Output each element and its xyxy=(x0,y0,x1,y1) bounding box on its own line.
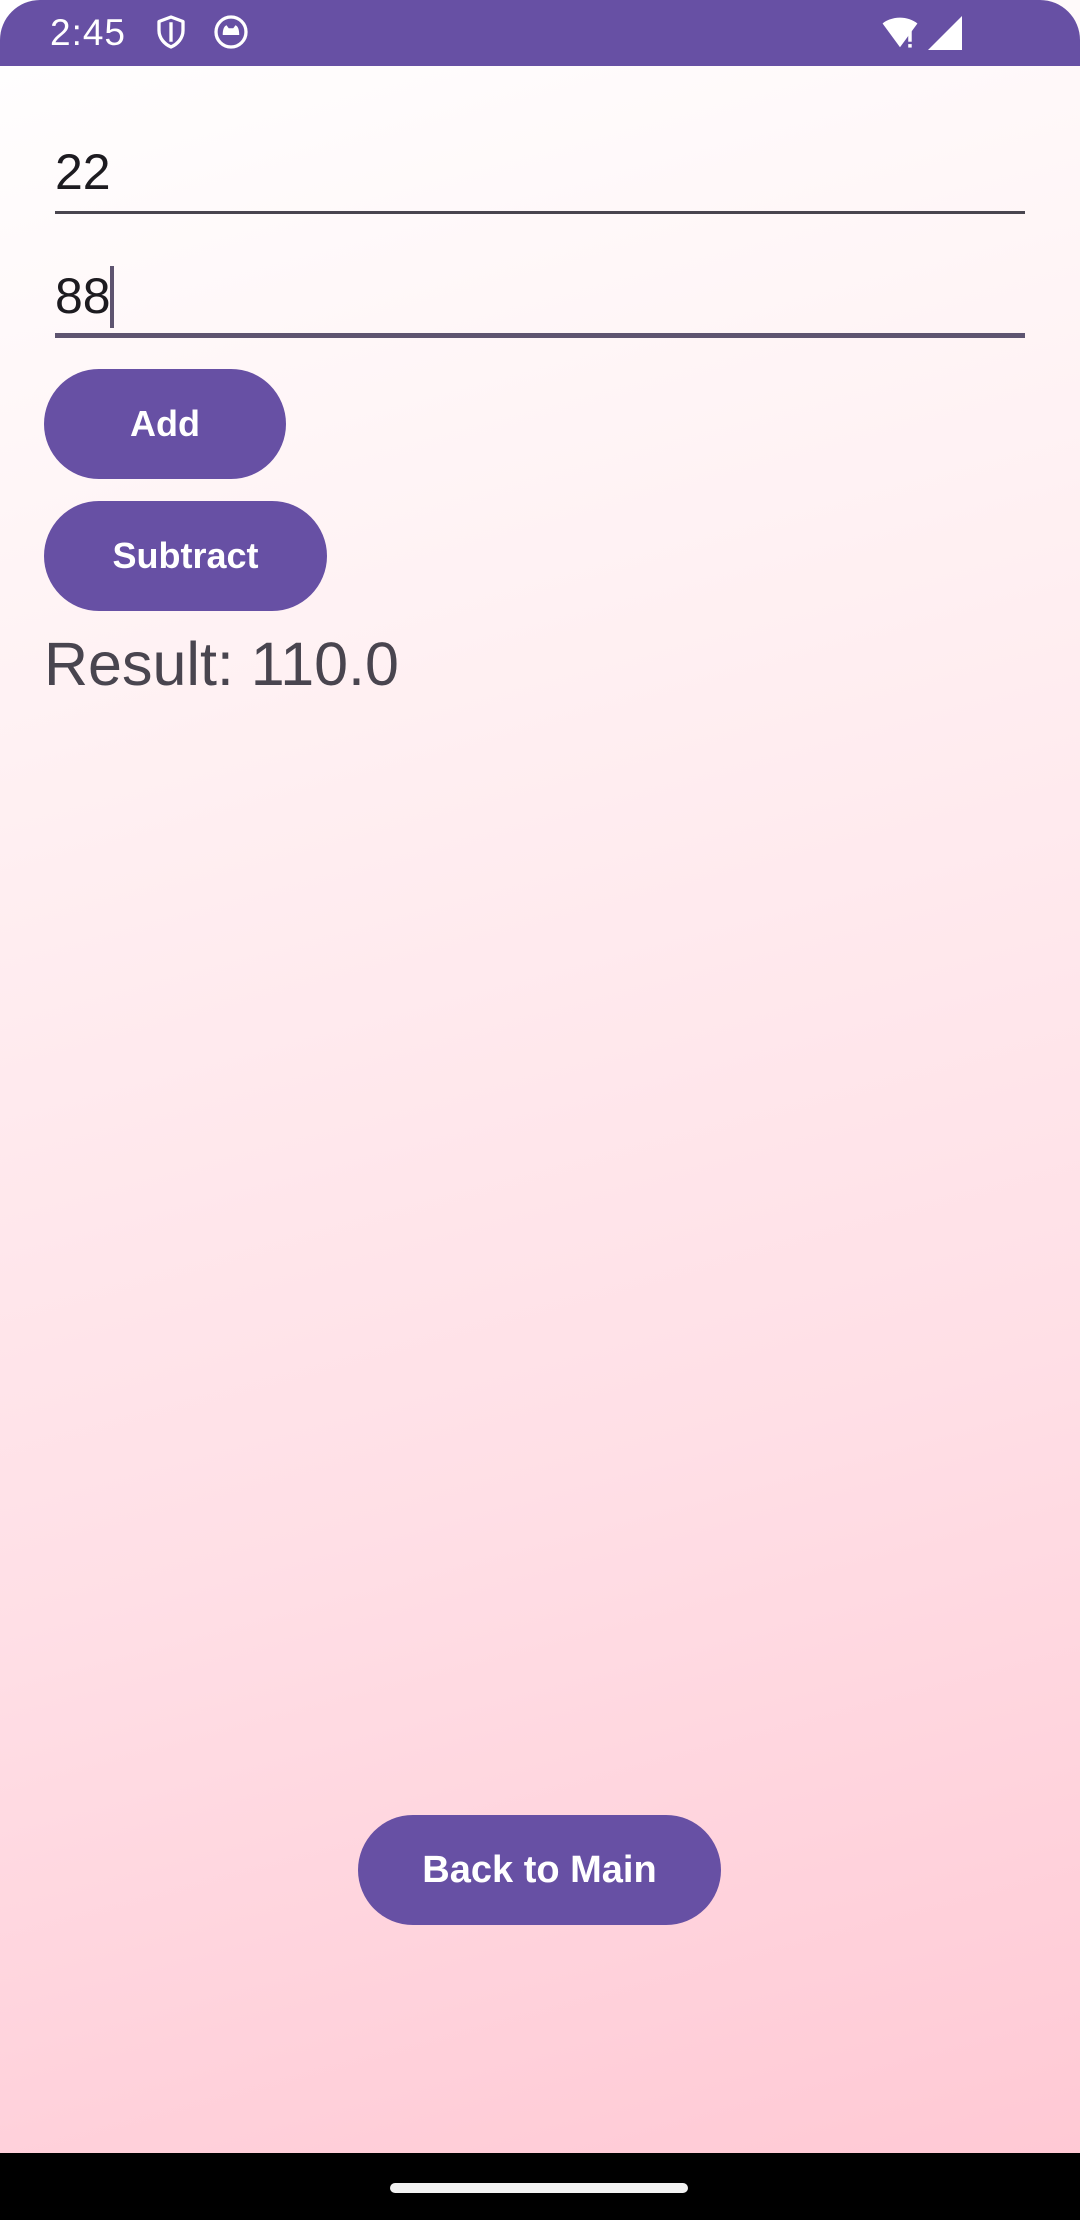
wifi-alert-icon xyxy=(880,14,920,52)
add-button[interactable]: Add xyxy=(44,369,286,479)
subtract-button[interactable]: Subtract xyxy=(44,501,327,611)
back-to-main-button[interactable]: Back to Main xyxy=(358,1815,721,1925)
text-cursor xyxy=(110,266,114,328)
shield-icon xyxy=(153,14,189,50)
first-number-input[interactable] xyxy=(55,134,1025,210)
result-text: Result: 110.0 xyxy=(44,630,399,698)
app-screen: 2:45 22 88 Add Subtract Result: 110.0 Ba… xyxy=(0,0,1080,2220)
second-number-field[interactable] xyxy=(55,258,1025,338)
second-number-underline xyxy=(55,333,1025,338)
first-number-underline xyxy=(55,211,1025,214)
status-time: 2:45 xyxy=(50,12,127,53)
second-number-input[interactable] xyxy=(55,258,1025,334)
first-number-field[interactable] xyxy=(55,134,1025,214)
home-gesture-handle[interactable] xyxy=(390,2183,688,2193)
cellular-signal-icon xyxy=(928,16,962,50)
status-bar: 2:45 xyxy=(0,0,1080,66)
navigation-bar xyxy=(0,2153,1080,2220)
cat-face-icon xyxy=(213,14,249,50)
